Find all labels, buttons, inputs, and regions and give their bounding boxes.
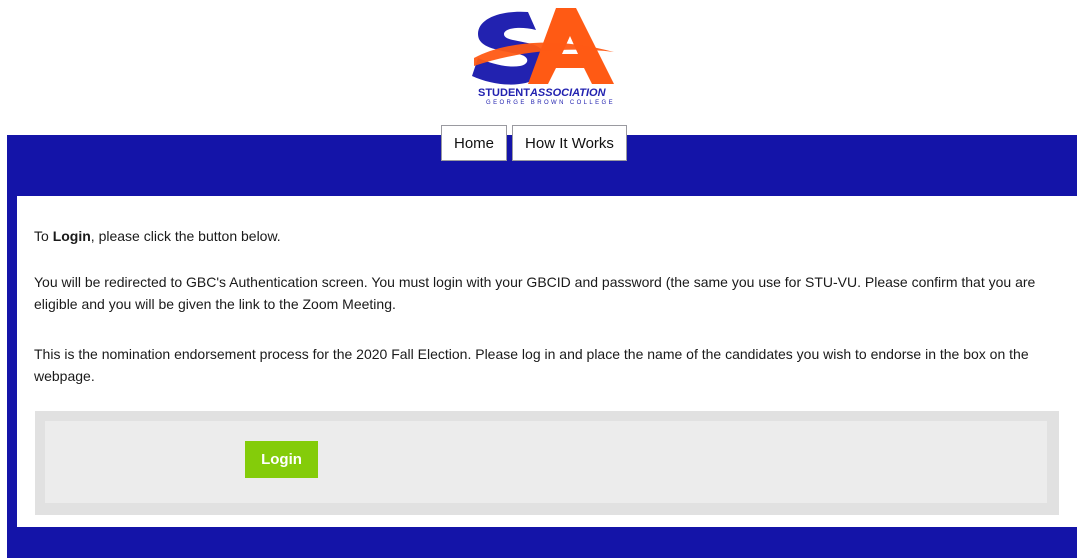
nav-how-it-works-button[interactable]: How It Works xyxy=(512,125,627,161)
redirect-notice: You will be redirected to GBC's Authenti… xyxy=(34,274,1036,312)
nav-home-button[interactable]: Home xyxy=(441,125,508,161)
login-button[interactable]: Login xyxy=(245,441,318,478)
svg-text:STUDENTASSOCIATION: STUDENTASSOCIATION xyxy=(478,87,607,99)
login-instruction: To Login, please click the button below. xyxy=(34,228,281,244)
nav-how-it-works-label: How It Works xyxy=(525,134,614,152)
logo-text-association: ASSOCIATION xyxy=(529,87,607,99)
page: STUDENTASSOCIATION GEORGE BROWN COLLEGE … xyxy=(0,0,1077,558)
nomination-notice: This is the nomination endorsement proce… xyxy=(34,346,1029,384)
main-content: To Login, please click the button below.… xyxy=(17,196,1077,527)
login-panel: Login xyxy=(35,411,1059,515)
logo-text-student: STUDENT xyxy=(478,87,530,99)
nav-home-label: Home xyxy=(454,134,495,152)
login-bold: Login xyxy=(52,228,91,244)
logo-text-college: GEORGE BROWN COLLEGE xyxy=(486,100,615,106)
top-nav: Home How It Works xyxy=(441,125,627,161)
header: STUDENTASSOCIATION GEORGE BROWN COLLEGE xyxy=(0,0,1077,135)
student-association-logo[interactable]: STUDENTASSOCIATION GEORGE BROWN COLLEGE xyxy=(464,2,628,106)
login-panel-inner: Login xyxy=(45,421,1047,503)
